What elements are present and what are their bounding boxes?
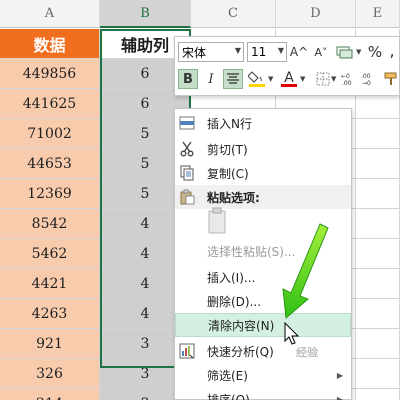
align-center-icon[interactable] bbox=[223, 69, 243, 89]
cell-empty[interactable] bbox=[356, 389, 400, 400]
cell-data[interactable]: 921 bbox=[0, 329, 100, 359]
borders-icon[interactable] bbox=[313, 69, 333, 89]
cell-empty[interactable] bbox=[356, 359, 400, 389]
cell-data[interactable]: 449856 bbox=[0, 59, 100, 89]
font-name-select[interactable]: 宋体 ▼ bbox=[178, 42, 244, 62]
svg-text:.00: .00 bbox=[361, 73, 371, 80]
green-arrow-annotation bbox=[282, 223, 329, 320]
decrease-decimal-icon[interactable]: ←0.00 bbox=[341, 69, 361, 89]
menu-item-cut[interactable]: 剪切(T) bbox=[175, 137, 351, 161]
cell-a1[interactable]: 数据 bbox=[0, 29, 100, 59]
column-header-a[interactable]: A bbox=[0, 0, 100, 28]
cell-data[interactable]: 4421 bbox=[0, 269, 100, 299]
menu-item-filter[interactable]: 筛选(E) ▶ bbox=[175, 363, 351, 387]
italic-button[interactable]: I bbox=[201, 69, 221, 89]
svg-text:→0: →0 bbox=[362, 80, 371, 86]
cell-empty[interactable] bbox=[356, 239, 400, 269]
scissors-icon bbox=[178, 140, 196, 158]
chevron-down-icon[interactable]: ▼ bbox=[300, 75, 305, 83]
bold-button[interactable]: B bbox=[178, 69, 198, 89]
submenu-arrow-icon: ▶ bbox=[336, 370, 343, 380]
cell-empty[interactable] bbox=[356, 209, 400, 239]
number-format-icon[interactable] bbox=[335, 42, 355, 62]
mouse-pointer-icon bbox=[284, 322, 300, 345]
submenu-arrow-icon: ▶ bbox=[336, 394, 343, 400]
insert-rows-icon bbox=[178, 114, 196, 132]
comma-style-button[interactable]: , bbox=[385, 40, 399, 60]
column-header-d[interactable]: D bbox=[276, 0, 356, 28]
paste-icon bbox=[178, 188, 196, 206]
column-header-c[interactable]: C bbox=[191, 0, 276, 28]
chevron-down-icon: ▼ bbox=[234, 46, 241, 55]
menu-item-copy[interactable]: 复制(C) bbox=[175, 161, 351, 185]
cell-data[interactable]: 44653 bbox=[0, 149, 100, 179]
cell-empty[interactable] bbox=[356, 299, 400, 329]
cell-data[interactable]: 4263 bbox=[0, 299, 100, 329]
cell-data[interactable]: 12369 bbox=[0, 179, 100, 209]
menu-item-sort[interactable]: 排序(O) ▶ bbox=[175, 387, 351, 400]
menu-item-quick-analysis[interactable]: 快速分析(Q) bbox=[175, 339, 351, 363]
cell-empty[interactable] bbox=[356, 179, 400, 209]
cell-empty[interactable] bbox=[356, 119, 400, 149]
menu-item-insert-n-rows[interactable]: 插入N行 bbox=[175, 111, 351, 135]
svg-text:←0: ←0 bbox=[341, 73, 350, 80]
copy-icon bbox=[178, 164, 196, 182]
percent-button[interactable]: % bbox=[365, 42, 385, 62]
format-painter-icon[interactable] bbox=[381, 69, 400, 89]
cell-empty[interactable] bbox=[356, 269, 400, 299]
cell-data[interactable]: 71002 bbox=[0, 119, 100, 149]
chevron-down-icon[interactable]: ▼ bbox=[268, 75, 273, 83]
cell-data[interactable]: 326 bbox=[0, 359, 100, 389]
paste-option-icon[interactable] bbox=[207, 207, 229, 237]
cell-data[interactable]: 214 bbox=[0, 389, 100, 400]
watermark: 经验 bbox=[296, 346, 318, 359]
cell-empty[interactable] bbox=[356, 149, 400, 179]
fill-color-icon[interactable] bbox=[247, 68, 267, 88]
quick-analysis-icon bbox=[178, 342, 196, 360]
chevron-down-icon[interactable]: ▼ bbox=[331, 75, 336, 83]
grow-font-icon[interactable]: A^ bbox=[289, 42, 309, 62]
column-header-b[interactable]: B bbox=[100, 0, 191, 28]
cell-empty[interactable] bbox=[356, 329, 400, 359]
menu-item-paste-options: 粘贴选项: bbox=[175, 185, 351, 209]
svg-text:.00: .00 bbox=[342, 80, 352, 86]
shrink-font-icon[interactable]: A˅ bbox=[311, 42, 331, 62]
mini-toolbar: 宋体 ▼ 11 ▼ A^ A˅ ▼ % , B I ▼ A ▼ ▼ ←0.00 .0… bbox=[174, 36, 400, 96]
cell-data[interactable]: 441625 bbox=[0, 89, 100, 119]
font-color-icon[interactable]: A bbox=[279, 68, 299, 88]
font-size-select[interactable]: 11 ▼ bbox=[247, 42, 287, 62]
chevron-down-icon: ▼ bbox=[277, 46, 284, 55]
cell-data[interactable]: 8542 bbox=[0, 209, 100, 239]
cell-data[interactable]: 5462 bbox=[0, 239, 100, 269]
column-header-e[interactable]: E bbox=[356, 0, 400, 28]
increase-decimal-icon[interactable]: .00 →0 bbox=[361, 69, 381, 89]
chevron-down-icon[interactable]: ▼ bbox=[356, 48, 361, 56]
